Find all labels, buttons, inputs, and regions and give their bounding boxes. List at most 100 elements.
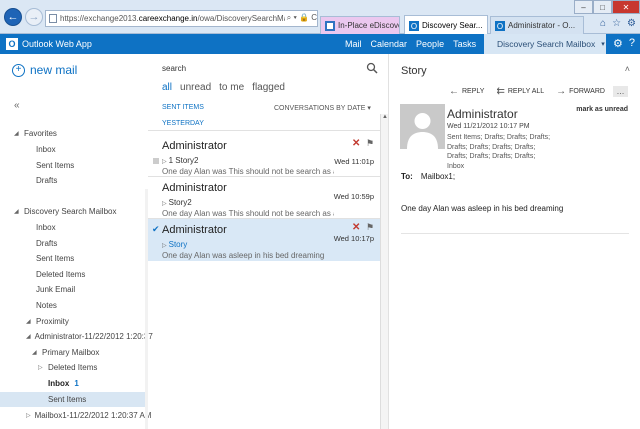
collapse-icon[interactable]: ˄ xyxy=(625,64,630,74)
filter-flagged[interactable]: flagged xyxy=(252,82,285,93)
message-item[interactable]: Administrator ▷ Story2 One day Alan was T… xyxy=(148,177,380,219)
folder-label: Sent Items xyxy=(36,254,75,263)
folder-item[interactable]: Notes xyxy=(0,298,148,313)
date-group-label: YESTERDAY xyxy=(162,120,204,127)
address-bar[interactable]: https://exchange2013. careexchange.in/owa… xyxy=(45,10,318,27)
folder-label: Mailbox1-11/22/2012 1:20:37 AM xyxy=(34,411,152,420)
forward-button[interactable]: → xyxy=(25,8,43,26)
to-label: To: xyxy=(401,172,413,181)
delete-icon[interactable]: ✕ xyxy=(352,222,360,233)
tab-administrator[interactable]: O Administrator - O... xyxy=(490,16,584,34)
message-preview: One day Alan was asleep in his bed dream… xyxy=(162,251,325,260)
folder-label: Drafts xyxy=(36,176,58,185)
expand-toggle-icon[interactable]: ◢ xyxy=(26,333,31,340)
folder-item[interactable]: ▷ Deleted Items xyxy=(0,360,148,375)
message-subject: ▷ 1 Story2 xyxy=(162,156,198,165)
gear-icon[interactable]: ⚙ xyxy=(613,37,623,50)
folder-item[interactable]: ◢ Proximity xyxy=(0,314,148,329)
minimize-button[interactable]: – xyxy=(574,0,593,14)
favorites-star-icon[interactable]: ☆ xyxy=(612,18,621,29)
expand-icon[interactable]: ▷ xyxy=(162,243,167,249)
close-window-button[interactable]: ✕ xyxy=(612,0,640,14)
folder-item[interactable]: Inbox xyxy=(0,220,148,235)
flag-icon[interactable]: ⚑ xyxy=(366,138,374,149)
folder-label: Favorites xyxy=(24,129,57,138)
expand-toggle-icon[interactable]: ◢ xyxy=(14,208,20,215)
folder-item[interactable]: Inbox xyxy=(0,142,148,157)
folder-item[interactable]: Inbox 1 xyxy=(0,376,148,391)
folder-label: Drafts xyxy=(36,239,58,248)
folder-pane: + new mail « ◢ Favorites Inbox Sent Items Dr… xyxy=(0,54,153,429)
expand-icon[interactable]: ▷ xyxy=(162,159,167,165)
mark-unread-link[interactable]: mark as unread xyxy=(576,106,628,113)
help-icon[interactable]: ? xyxy=(629,37,635,50)
expand-toggle-icon[interactable]: ◢ xyxy=(26,318,32,325)
nav-calendar[interactable]: Calendar xyxy=(371,39,408,49)
folder-label: Inbox xyxy=(48,379,70,388)
collapse-pane-icon[interactable]: « xyxy=(14,100,20,111)
close-tab-icon[interactable]: × xyxy=(486,21,487,30)
folder-item[interactable]: Junk Email xyxy=(0,282,148,297)
folder-label: Inbox xyxy=(36,145,56,154)
address-tools-icon[interactable]: ⌕ ▾ 🔒 C xyxy=(284,13,317,23)
more-actions-button[interactable]: … xyxy=(613,86,628,97)
filter-to-me[interactable]: to me xyxy=(219,82,244,93)
delete-icon[interactable]: ✕ xyxy=(352,138,360,149)
new-mail-button[interactable]: + new mail xyxy=(12,63,77,77)
sort-dropdown[interactable]: CONVERSATIONS BY DATE ▾ xyxy=(274,104,371,112)
message-item[interactable]: Administrator ▷ 1 Story2 One day Alan was… xyxy=(148,135,380,177)
tab-discovery-search[interactable]: O Discovery Sear... × xyxy=(404,15,488,35)
flag-icon[interactable]: ⚑ xyxy=(366,222,374,233)
maximize-button[interactable]: □ xyxy=(593,0,612,14)
message-sender: Administrator xyxy=(162,140,227,152)
mailbox-name: Discovery Search Mailbox xyxy=(497,39,596,49)
expand-toggle-icon[interactable]: ◢ xyxy=(32,349,38,356)
forward-button[interactable]: → FORWARD xyxy=(556,86,605,97)
message-time: Wed 10:59p xyxy=(333,192,374,201)
forward-arrow-icon: → xyxy=(556,86,567,97)
reply-all-button[interactable]: ⇇ REPLY ALL xyxy=(496,86,544,97)
selected-check-icon[interactable]: ✔ xyxy=(152,224,160,235)
folder-item[interactable]: ◢ Administrator-11/22/2012 1:20:37 xyxy=(0,329,153,344)
expand-icon[interactable]: ▷ xyxy=(162,201,167,207)
filter-all[interactable]: all xyxy=(162,82,172,93)
nav-mail[interactable]: Mail xyxy=(345,39,362,49)
folder-item[interactable]: ◢ Favorites xyxy=(0,126,148,141)
home-icon[interactable]: ⌂ xyxy=(600,18,606,29)
search-input[interactable]: search xyxy=(162,64,186,73)
folder-item[interactable]: Sent Items xyxy=(0,392,148,407)
chevron-down-icon: ▾ xyxy=(601,41,605,48)
folder-item[interactable]: Drafts xyxy=(0,236,148,251)
nav-people[interactable]: People xyxy=(416,39,444,49)
folder-heading: SENT ITEMS xyxy=(162,104,204,111)
message-item-selected[interactable]: ✔ Administrator ▷ Story One day Alan was … xyxy=(148,219,380,261)
folder-item[interactable]: ◢ Primary Mailbox xyxy=(0,345,148,360)
message-time: Wed 11:01p xyxy=(334,157,374,166)
mailbox-selector[interactable]: Discovery Search Mailbox ▾ xyxy=(484,34,606,54)
filter-unread[interactable]: unread xyxy=(180,82,211,93)
folder-item[interactable]: ▷ Mailbox1-11/22/2012 1:20:37 AM xyxy=(0,408,151,423)
expand-toggle-icon[interactable]: ▷ xyxy=(38,364,44,371)
folder-item[interactable]: Sent Items xyxy=(0,158,148,173)
folder-item[interactable]: ◢ Discovery Search Mailbox xyxy=(0,204,148,219)
sender-name[interactable]: Administrator xyxy=(447,107,518,121)
tab-in-place-ediscovery[interactable]: In-Place eDiscover... xyxy=(320,16,400,34)
message-subject: ▷ Story2 xyxy=(162,198,192,207)
folder-item[interactable]: Sent Items xyxy=(0,251,148,266)
message-list-scrollbar[interactable]: ▲ xyxy=(380,114,388,429)
search-icon[interactable] xyxy=(366,62,378,74)
reply-button[interactable]: ← REPLY xyxy=(449,86,484,97)
settings-gear-icon[interactable]: ⚙ xyxy=(627,18,636,29)
svg-text:O: O xyxy=(497,22,503,31)
recipient-value[interactable]: Mailbox1; xyxy=(421,172,455,181)
unread-count: 1 xyxy=(74,379,79,388)
message-preview: One day Alan was This should not be sear… xyxy=(162,209,334,218)
reply-label: REPLY xyxy=(462,88,485,95)
nav-tasks[interactable]: Tasks xyxy=(453,39,476,49)
expand-toggle-icon[interactable]: ◢ xyxy=(14,130,20,137)
folders-line: Sent Items; Drafts; Drafts; Drafts; xyxy=(447,134,551,141)
expand-toggle-icon[interactable]: ▷ xyxy=(26,412,31,419)
back-button[interactable]: ← xyxy=(4,8,22,26)
folder-item[interactable]: Deleted Items xyxy=(0,267,148,282)
folder-item[interactable]: Drafts xyxy=(0,173,148,188)
